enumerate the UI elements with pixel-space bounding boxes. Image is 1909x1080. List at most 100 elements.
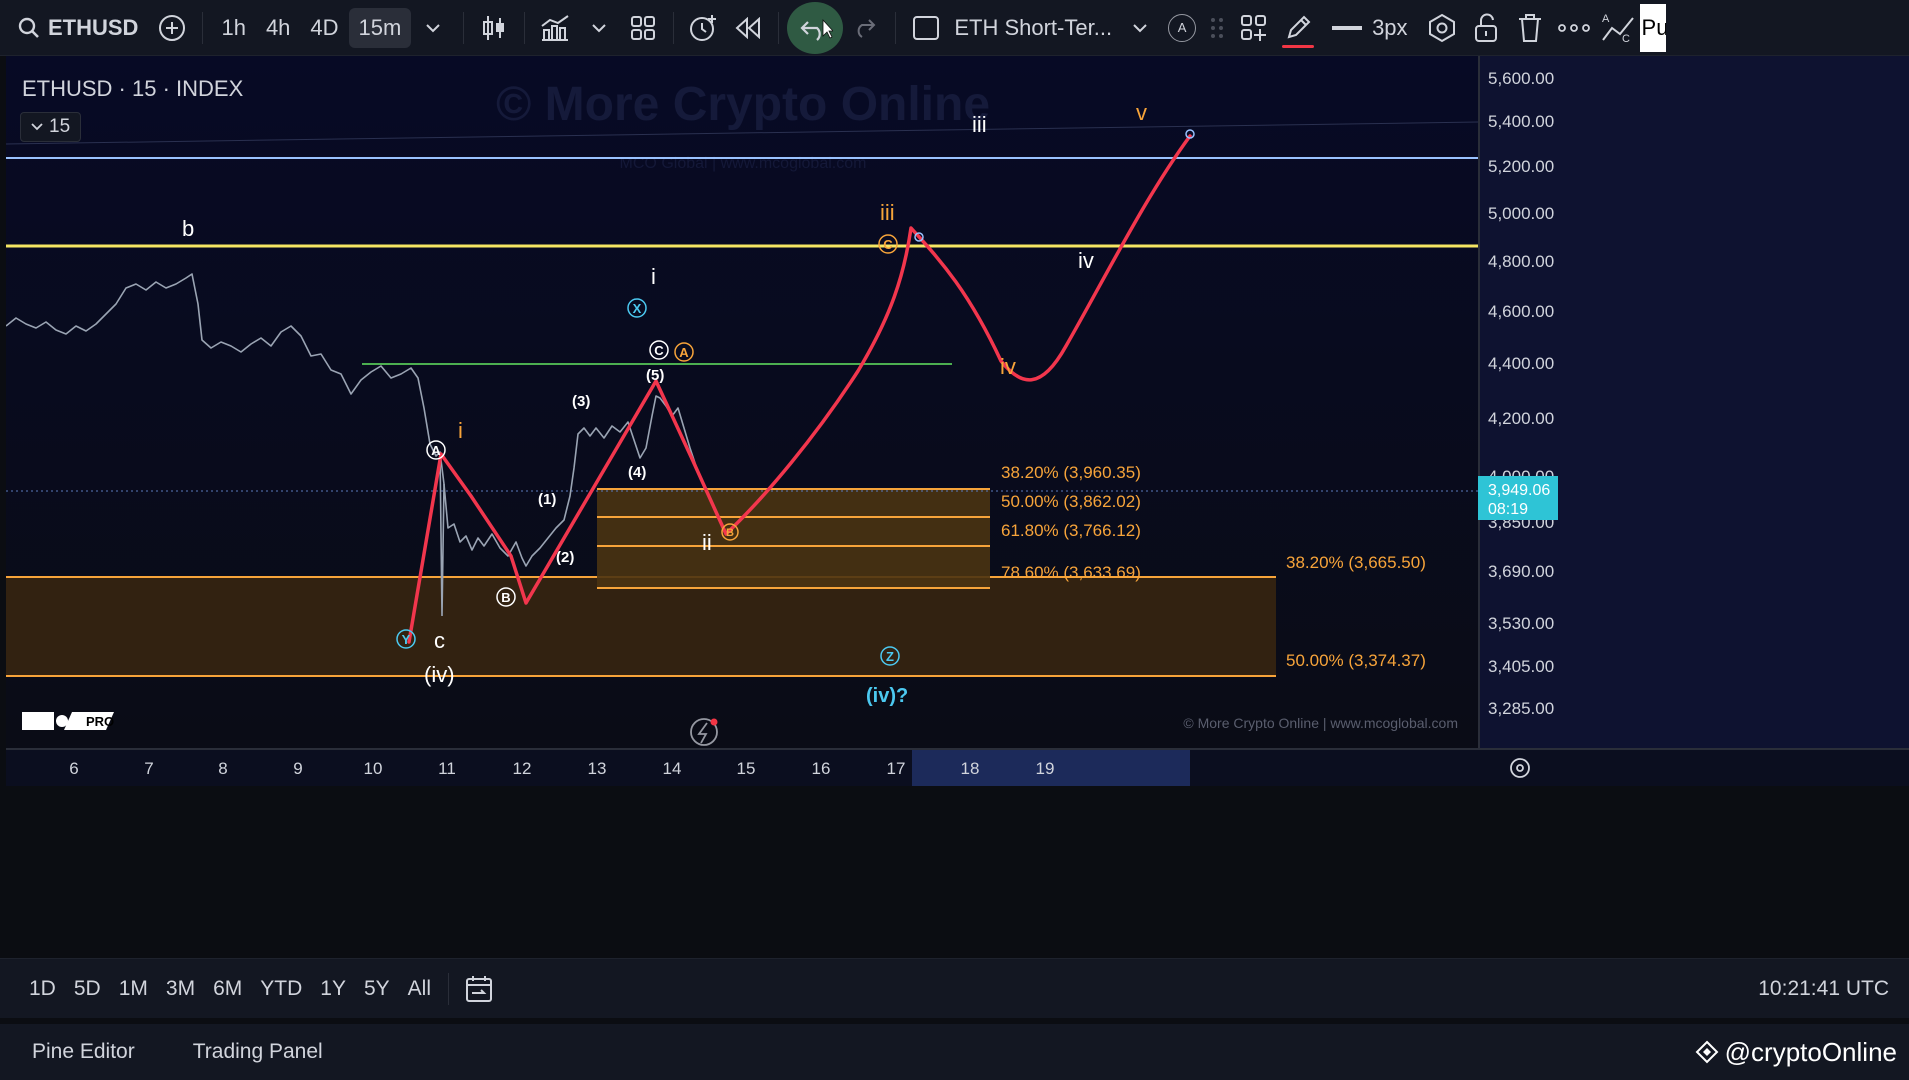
range-6m[interactable]: 6M	[204, 977, 251, 1001]
price-axis-divider	[1478, 56, 1480, 786]
tab-trading-panel[interactable]: Trading Panel	[161, 1040, 349, 1064]
scripts-button[interactable]: AC	[1596, 8, 1640, 48]
strategy-icon: AC	[1602, 13, 1634, 45]
time-axis-label: 16	[812, 759, 831, 778]
date-range-bar: 1D 5D 1M 3M 6M YTD 1Y 5Y All 10:21:41 UT…	[0, 958, 1909, 1018]
layout-button[interactable]	[904, 8, 948, 48]
line-width-icon	[1332, 25, 1363, 30]
interval-1h[interactable]: 1h	[211, 8, 255, 48]
circle-a-white-text: A	[431, 443, 441, 458]
compare-button[interactable]	[150, 8, 194, 48]
templates-button[interactable]	[621, 8, 665, 48]
fib-label-786: 78.60% (3,633.69)	[1001, 563, 1141, 582]
goto-date-button[interactable]	[457, 969, 501, 1009]
utc-clock[interactable]: 10:21:41 UTC	[1758, 977, 1889, 1001]
more-button[interactable]	[1552, 8, 1596, 48]
symbol-search[interactable]: ETHUSD	[0, 15, 150, 41]
range-3m[interactable]: 3M	[157, 977, 204, 1001]
interval-15m[interactable]: 15m	[348, 7, 412, 48]
replay-button[interactable]	[726, 8, 770, 48]
price-axis-label: 3,690.00	[1488, 562, 1554, 581]
price-axis-label: 5,400.00	[1488, 112, 1554, 131]
line-width-label: 3px	[1372, 14, 1408, 40]
lock-button[interactable]	[1464, 8, 1508, 48]
top-toolbar: ETHUSD 1h 4h 4D 15m ETH Short-Ter... A 3…	[0, 0, 1909, 56]
price-axis-label: 4,800.00	[1488, 252, 1554, 271]
candles-icon	[483, 15, 505, 40]
more-dots-icon	[1557, 23, 1590, 32]
interval-4d[interactable]: 4D	[300, 8, 348, 48]
settings-button[interactable]	[1420, 8, 1464, 48]
interval-dropdown[interactable]	[411, 8, 455, 48]
wave-label-iv-white: iv	[1078, 248, 1094, 273]
calendar-icon	[466, 975, 492, 1002]
price-axis-label: 5,200.00	[1488, 157, 1554, 176]
alert-button[interactable]	[682, 8, 726, 48]
range-1m[interactable]: 1M	[110, 977, 157, 1001]
brush-tool-button[interactable]	[1276, 8, 1320, 48]
range-divider	[448, 972, 449, 1005]
layout-name[interactable]: ETH Short-Ter...	[948, 8, 1118, 48]
add-to-layout-button[interactable]	[1232, 8, 1276, 48]
search-icon	[18, 17, 39, 38]
toolbar-divider	[524, 11, 526, 44]
toolbar-divider	[202, 11, 204, 44]
indicators-dropdown[interactable]	[577, 8, 621, 48]
tab-pine-editor[interactable]: Pine Editor	[0, 1040, 161, 1064]
rewind-icon	[735, 16, 761, 39]
brand-watermark: @cryptoOnline	[1695, 1037, 1897, 1068]
redo-button[interactable]	[843, 8, 887, 48]
chevron-down-icon	[592, 23, 607, 32]
circle-a-orange-text: A	[679, 345, 689, 360]
undo-button[interactable]	[787, 1, 844, 54]
price-axis-label: 5,000.00	[1488, 204, 1554, 223]
range-5y[interactable]: 5Y	[355, 977, 399, 1001]
tv-logo-mark	[22, 712, 54, 730]
toolbar-divider	[895, 11, 897, 44]
range-1y[interactable]: 1Y	[311, 977, 355, 1001]
interval-4h[interactable]: 4h	[256, 8, 300, 48]
delete-button[interactable]	[1508, 8, 1552, 48]
wave-label-iii-white: iii	[972, 112, 987, 137]
fib-zone-large[interactable]	[6, 577, 1276, 677]
range-ytd[interactable]: YTD	[251, 977, 311, 1001]
indicators-button[interactable]	[533, 8, 577, 48]
chart-type-button[interactable]	[472, 8, 516, 48]
hexagon-settings-icon	[1428, 13, 1455, 42]
wave-sub-4: (4)	[628, 464, 646, 481]
publish-button[interactable]: Pu	[1639, 3, 1666, 52]
circle-c-orange-text: C	[883, 237, 893, 252]
wave-sub-1: (1)	[538, 491, 556, 508]
legend-collapse-button[interactable]: 15	[20, 112, 82, 142]
time-axis-label: 9	[293, 759, 302, 778]
toolbar-divider	[778, 11, 780, 44]
time-axis-label: 14	[663, 759, 682, 778]
wave-label-ii-white: ii	[702, 530, 712, 555]
price-axis-label: 3,405.00	[1488, 657, 1554, 676]
bottom-panel-bar: Pine Editor Trading Panel @cryptoOnline	[0, 1024, 1909, 1080]
wave-label-b: b	[182, 216, 194, 241]
time-axis-label: 17	[887, 759, 906, 778]
current-price-countdown: 08:19	[1488, 501, 1528, 518]
fib-zone-small[interactable]	[597, 489, 990, 589]
current-price-value: 3,949.06	[1488, 482, 1550, 499]
chart-area[interactable]: © More Crypto Online MCO Global | www.mc…	[6, 56, 1909, 958]
circle-b-white-text: B	[501, 590, 510, 605]
chevron-down-icon	[426, 23, 441, 32]
circle-z-cyan-text: Z	[886, 649, 894, 664]
layout-dropdown[interactable]	[1118, 8, 1162, 48]
price-chart[interactable]: © More Crypto Online MCO Global | www.mc…	[6, 56, 1909, 958]
svg-text:C: C	[1622, 33, 1630, 45]
range-5d[interactable]: 5D	[65, 977, 110, 1001]
toolbar-divider	[673, 11, 675, 44]
brand-text: @cryptoOnline	[1724, 1036, 1897, 1067]
range-all[interactable]: All	[399, 977, 440, 1001]
wave-label-iv-paren: (iv)	[424, 662, 455, 687]
time-axis-label: 6	[69, 759, 78, 778]
autosave-button[interactable]: A	[1162, 8, 1202, 48]
circle-y-cyan-text: Y	[402, 632, 411, 647]
range-1d[interactable]: 1D	[20, 977, 65, 1001]
line-width-button[interactable]: 3px	[1320, 15, 1419, 41]
drag-handle[interactable]	[1202, 8, 1232, 48]
chart-legend-title[interactable]: ETHUSD · 15 · INDEX	[22, 76, 243, 102]
